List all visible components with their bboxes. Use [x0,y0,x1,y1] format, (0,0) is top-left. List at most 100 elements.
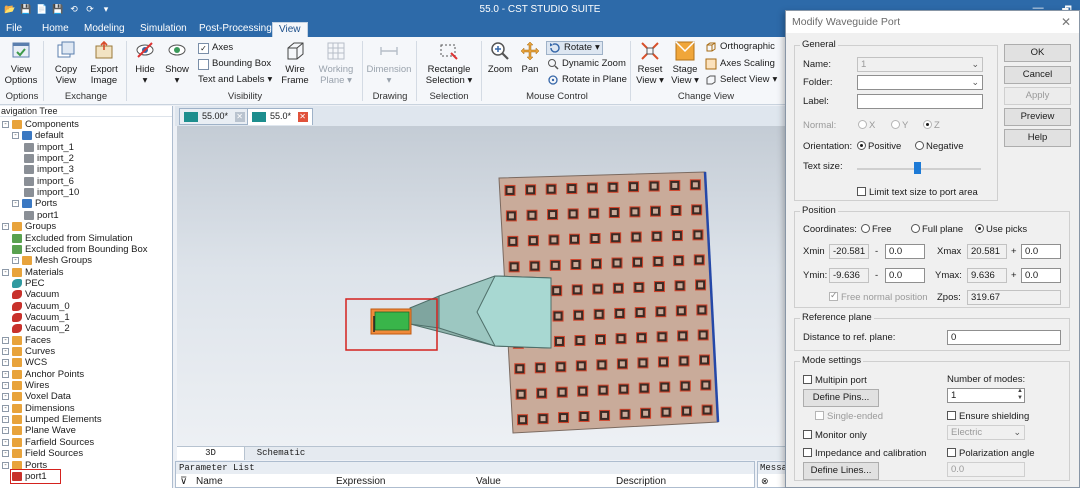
export-image-button[interactable]: Export Image [86,40,122,86]
spinner-icon[interactable]: ▲ ▼ [1017,389,1023,402]
expand-icon[interactable]: - [2,223,9,231]
tree-item[interactable]: Excluded from Simulation [12,233,133,244]
expand-icon[interactable]: - [12,132,19,140]
tree-item[interactable]: - Field Sources [2,448,83,459]
close-tab-icon[interactable]: ✕ [297,111,308,122]
tree-item[interactable]: Vacuum_2 [12,323,70,334]
expand-icon[interactable]: - [12,257,19,265]
ymin-offset-field[interactable]: 0.0 [885,268,925,283]
tree-item[interactable]: - Groups [2,221,56,232]
free-normal-checkbox[interactable]: Free normal position [829,290,928,303]
expand-icon[interactable]: - [2,404,9,412]
label-field[interactable] [857,94,983,109]
expand-icon[interactable]: - [2,382,9,390]
expand-icon[interactable]: - [2,268,9,276]
tree-item[interactable]: - Components [2,119,79,130]
tree-item[interactable]: - default [12,130,64,141]
apply-button[interactable]: Apply [1004,87,1071,105]
doc-tab-2[interactable]: 55.0* ✕ [247,108,313,125]
expand-icon[interactable]: - [2,336,9,344]
doc-tab-1[interactable]: 55.00* ✕ [179,108,250,125]
orientation-negative-radio[interactable]: Negative [915,141,964,152]
coordinates-use-picks-radio[interactable]: Use picks [975,224,1027,235]
tree-item[interactable]: Excluded from Bounding Box [12,244,148,255]
tree-item[interactable]: - WCS [2,357,47,368]
preview-button[interactable]: Preview [1004,108,1071,126]
coordinates-free-radio[interactable]: Free [861,224,892,235]
tree-item[interactable]: port1 [24,210,59,221]
close-icon[interactable]: ✕ [1061,11,1071,33]
normal-x-radio[interactable]: X [858,120,875,131]
orthographic-button[interactable]: Orthographic [705,41,775,53]
tab-simulation[interactable]: Simulation [134,22,193,37]
tree-item[interactable]: PEC [12,278,45,289]
dynamic-zoom-button[interactable]: Dynamic Zoom [547,58,626,70]
multipin-port-checkbox[interactable]: Multipin port [803,375,867,386]
tree-item[interactable]: - Materials [2,267,64,278]
cancel-button[interactable]: Cancel [1004,66,1071,84]
tab-3d[interactable]: 3D [177,447,245,460]
orientation-positive-radio[interactable]: Positive [857,141,901,152]
tree-item[interactable]: - Mesh Groups [12,255,92,266]
help-button[interactable]: Help [1004,129,1071,147]
expand-icon[interactable]: - [2,438,9,446]
tab-schematic[interactable]: Schematic [247,447,315,460]
single-ended-checkbox[interactable]: Single-ended [815,411,883,422]
rotate-button[interactable]: Rotate ▾ [546,41,603,55]
tree-item[interactable]: - Lumped Elements [2,414,102,425]
reset-view-button[interactable]: Reset View ▾ [634,40,666,86]
tree-item[interactable]: import_10 [24,187,79,198]
text-labels-dropdown[interactable]: Text and Labels ▾ [198,74,272,86]
bounding-box-toggle[interactable]: Bounding Box [198,58,271,70]
xmax-offset-field[interactable]: 0.0 [1021,244,1061,259]
tree-item[interactable]: - Plane Wave [2,425,76,436]
tree-item[interactable]: - Farfield Sources [2,437,94,448]
axes-toggle[interactable]: ✓ Axes [198,42,233,54]
shielding-type-dropdown[interactable]: Electric ⌄ [947,425,1025,440]
column-header-name[interactable]: Name [196,476,223,487]
expand-icon[interactable]: - [2,370,9,378]
expand-icon[interactable]: - [2,461,9,469]
ymin-field[interactable]: -9.636 [829,268,869,283]
stage-view-button[interactable]: Stage View ▾ [669,40,701,86]
ymax-offset-field[interactable]: 0.0 [1021,268,1061,283]
column-header-description[interactable]: Description [616,476,666,487]
text-size-slider[interactable] [857,162,981,174]
tree-item[interactable]: - Faces [2,335,51,346]
column-header-expression[interactable]: Expression [336,476,385,487]
tree-item[interactable]: - Ports [2,460,47,471]
hide-button[interactable]: Hide ▾ [130,40,160,86]
xmax-field[interactable]: 20.581 [967,244,1007,259]
clear-messages-icon[interactable]: ⊗ [761,476,769,487]
tab-home[interactable]: Home [36,22,75,37]
expand-icon[interactable]: - [2,359,9,367]
ymax-field[interactable]: 9.636 [967,268,1007,283]
tab-modeling[interactable]: Modeling [78,22,131,37]
expand-icon[interactable]: - [2,121,9,128]
wire-frame-button[interactable]: Wire Frame [280,40,310,86]
normal-z-radio[interactable]: Z [923,120,940,131]
navigation-tree[interactable]: avigation Tree - Components - default import… [0,106,173,488]
tree-item[interactable]: Vacuum [12,289,59,300]
define-pins-button[interactable]: Define Pins... [803,389,879,407]
tree-item[interactable]: - Curves [2,346,55,357]
tree-item[interactable]: - Ports [12,198,57,209]
tab-file[interactable]: File [0,22,28,37]
tree-item[interactable]: import_6 [24,176,74,187]
model-view[interactable] [177,126,785,445]
zoom-button[interactable]: Zoom [485,40,515,75]
working-plane-button[interactable]: Working Plane ▾ [314,40,358,86]
rectangle-selection-button[interactable]: Rectangle Selection ▾ [420,40,478,86]
axes-scaling-button[interactable]: Axes Scaling [705,58,775,70]
name-field[interactable]: 1 ⌄ [857,57,983,72]
column-header-value[interactable]: Value [476,476,501,487]
xmin-field[interactable]: -20.581 [829,244,869,259]
tree-item[interactable]: - Voxel Data [2,391,71,402]
3d-viewport[interactable] [177,126,785,445]
xmin-offset-field[interactable]: 0.0 [885,244,925,259]
folder-dropdown[interactable]: ⌄ [857,75,983,90]
coordinates-full-plane-radio[interactable]: Full plane [911,224,963,235]
view-options-button[interactable]: View Options [2,40,40,86]
normal-y-radio[interactable]: Y [891,120,908,131]
ensure-shielding-checkbox[interactable]: Ensure shielding [947,411,1029,422]
